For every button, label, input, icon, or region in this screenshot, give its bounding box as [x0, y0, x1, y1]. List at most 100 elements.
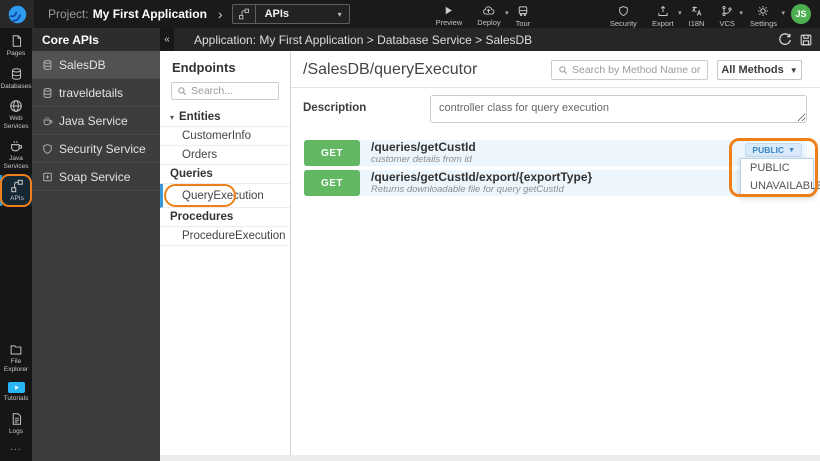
tutorials-play-icon — [7, 382, 25, 393]
endpoint-path: /queries/getCustId — [371, 140, 476, 154]
endpoints-search-input[interactable] — [191, 85, 273, 97]
methods-filter-dropdown[interactable]: All Methods ▼ — [717, 60, 802, 80]
rail-spacer — [0, 206, 32, 338]
core-api-label: traveldetails — [59, 85, 124, 100]
deploy-button[interactable]: Deploy ▾ — [477, 1, 509, 27]
core-apis-panel: Core APIs SalesDB traveldetails Java Ser… — [32, 28, 160, 461]
access-dropdown-button[interactable]: PUBLIC ▼ — [745, 143, 802, 157]
section-header-entities[interactable]: ▾ Entities — [160, 108, 290, 127]
core-api-item-traveldetails[interactable]: traveldetails — [32, 79, 160, 107]
breadcrumb-bar: « Application: My First Application > Da… — [160, 28, 820, 51]
api-endpoint-row-getcustid-export[interactable]: GET /queries/getCustId/export/{exportTyp… — [304, 170, 807, 196]
vcs-button[interactable]: VCS ▾ — [719, 1, 743, 28]
soap-icon — [42, 171, 53, 183]
project-title: Project: My First Application — [48, 7, 207, 21]
chevron-right-icon: › — [217, 6, 223, 22]
bus-icon — [517, 5, 529, 17]
wavemaker-logo-icon — [7, 4, 28, 25]
globe-icon — [9, 99, 23, 113]
description-textarea[interactable]: controller class for query execution — [430, 95, 807, 123]
coffee-icon — [9, 139, 23, 153]
core-api-item-soap-service[interactable]: Soap Service — [32, 163, 160, 191]
chevron-down-icon: ▾ — [505, 9, 509, 17]
method-search-input[interactable] — [572, 64, 701, 76]
sidebar-item-tutorials[interactable]: Tutorials — [0, 378, 32, 406]
endpoints-title: Endpoints — [172, 60, 236, 75]
method-badge-get: GET — [304, 170, 360, 196]
sidebar-item-pages[interactable]: Pages — [0, 30, 32, 61]
chevron-down-icon: ▾ — [781, 9, 785, 17]
app-window: Project: My First Application › APIs ▾ Pr… — [0, 0, 820, 461]
endpoint-item-queryexecution[interactable]: QueryExecution — [160, 184, 290, 208]
access-option-public[interactable]: PUBLIC — [741, 159, 813, 177]
core-api-label: Soap Service — [59, 169, 131, 184]
tour-button[interactable]: Tour — [516, 1, 530, 28]
page-title: /SalesDB/queryExecutor — [303, 61, 478, 78]
endpoint-item-procedureexecution[interactable]: ProcedureExecution — [160, 227, 290, 246]
coffee-icon — [42, 115, 53, 127]
endpoint-summary: customer details from id — [371, 154, 472, 165]
api-endpoint-list: GET /queries/getCustId customer details … — [304, 140, 807, 200]
method-badge-get: GET — [304, 140, 360, 166]
section-header-queries: Queries — [160, 165, 290, 184]
topbar-right-actions: Security Export ▾ I18N VCS ▾ Settings ▾ — [610, 1, 785, 28]
settings-button[interactable]: Settings ▾ — [750, 1, 785, 28]
core-api-item-java-service[interactable]: Java Service — [32, 107, 160, 135]
module-selector-dropdown[interactable]: APIs ▾ — [231, 4, 350, 24]
main-header: /SalesDB/queryExecutor All Methods ▼ — [291, 51, 820, 88]
api-endpoint-row-getcustid[interactable]: GET /queries/getCustId customer details … — [304, 140, 807, 166]
endpoint-item-orders[interactable]: Orders — [160, 146, 290, 165]
database-icon — [42, 87, 53, 99]
cloud-upload-icon — [482, 5, 495, 16]
i18n-button[interactable]: I18N — [689, 1, 704, 28]
sidebar-item-web-services[interactable]: Web Services — [0, 95, 32, 133]
chevron-down-icon: ▾ — [678, 9, 682, 17]
breadcrumb-actions — [778, 32, 820, 47]
core-api-label: Java Service — [59, 113, 128, 128]
sidebar-item-file-explorer[interactable]: File Explorer — [0, 339, 32, 376]
shield-icon — [618, 5, 629, 17]
more-options-button[interactable]: ... — [0, 438, 32, 461]
left-rail: Pages Databases Web Services Java Servic… — [0, 28, 32, 461]
core-api-label: Security Service — [59, 141, 146, 156]
horizontal-scrollbar-track[interactable] — [160, 455, 820, 461]
database-icon — [42, 59, 53, 71]
core-api-item-security-service[interactable]: Security Service — [32, 135, 160, 163]
sidebar-item-logs[interactable]: Logs — [0, 408, 32, 439]
user-avatar[interactable]: JS — [791, 4, 811, 24]
play-icon — [443, 5, 454, 16]
preview-button[interactable]: Preview — [436, 1, 462, 27]
pages-icon — [10, 34, 23, 48]
api-icon — [10, 179, 24, 193]
topbar-left-actions: Preview Deploy ▾ Tour — [436, 1, 530, 28]
section-header-procedures: Procedures — [160, 208, 290, 227]
sidebar-item-java-services[interactable]: Java Services — [0, 135, 32, 173]
save-button[interactable] — [799, 33, 813, 47]
sidebar-item-databases[interactable]: Databases — [0, 63, 32, 94]
access-dropdown-menu: PUBLIC UNAVAILABLE — [740, 158, 820, 196]
access-option-unavailable[interactable]: UNAVAILABLE — [741, 177, 820, 195]
collapse-panel-button[interactable]: « — [160, 28, 174, 51]
main-content: /SalesDB/queryExecutor All Methods ▼ Des… — [291, 51, 820, 455]
endpoint-item-customerinfo[interactable]: CustomerInfo — [160, 127, 290, 146]
search-icon — [558, 65, 568, 75]
security-button[interactable]: Security — [610, 1, 637, 28]
app-logo[interactable] — [0, 0, 34, 28]
endpoint-path: /queries/getCustId/export/{exportType} — [371, 170, 593, 184]
shield-icon — [42, 143, 53, 155]
chevron-down-icon: ▾ — [170, 112, 175, 122]
method-search[interactable] — [551, 60, 708, 80]
endpoint-text: /queries/getCustId/export/{exportType} R… — [371, 170, 592, 196]
sidebar-item-apis[interactable]: APIs — [0, 174, 32, 206]
search-icon — [177, 86, 187, 96]
endpoint-summary: Returns downloadable file for query getC… — [371, 184, 564, 195]
endpoints-search[interactable] — [171, 82, 279, 100]
logs-icon — [10, 412, 23, 426]
endpoint-text: /queries/getCustId customer details from… — [371, 140, 476, 166]
topbar: Project: My First Application › APIs ▾ Pr… — [0, 0, 820, 28]
gear-icon — [757, 5, 769, 17]
core-api-item-salesdb[interactable]: SalesDB — [32, 51, 160, 79]
project-name[interactable]: My First Application — [93, 7, 207, 21]
export-button[interactable]: Export ▾ — [652, 1, 682, 28]
refresh-button[interactable] — [778, 32, 792, 47]
